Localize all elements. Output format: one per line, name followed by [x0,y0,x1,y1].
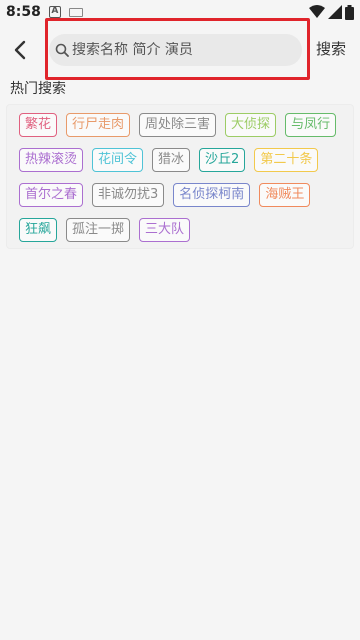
hot-search-tag[interactable]: 海贼王 [259,183,311,207]
search-box[interactable] [49,34,302,66]
hot-search-tag[interactable]: 繁花 [19,113,58,137]
hot-search-tag[interactable]: 花间令 [92,148,144,172]
hot-search-tag[interactable]: 非诚勿扰3 [92,183,165,207]
cellular-signal-icon [328,5,342,19]
hot-search-tag[interactable]: 猎冰 [152,148,191,172]
hot-search-tags: 繁花 行尸走肉 周处除三害 大侦探 与凤行热辣滚烫 花间令 猎冰 沙丘2 第二十条首尔之春 非诚勿… [6,104,354,249]
hot-search-tag[interactable]: 大侦探 [225,113,277,137]
hot-search-tag[interactable]: 孤注一掷 [66,218,131,242]
hot-search-tag[interactable]: 沙丘2 [199,148,246,172]
status-time: 8:58 [6,4,41,20]
wifi-icon [309,5,325,18]
search-header: 搜索 [0,18,360,80]
hot-search-tag[interactable]: 名侦探柯南 [173,183,251,207]
hot-search-tag[interactable]: 热辣滚烫 [19,148,84,172]
search-button[interactable]: 搜索 [316,38,346,59]
back-arrow-icon [14,40,26,60]
back-button[interactable] [0,30,40,70]
hot-search-tag[interactable]: 周处除三害 [139,113,217,137]
hot-search-tag[interactable]: 首尔之春 [19,183,84,207]
search-input[interactable] [72,42,292,58]
battery-icon [345,4,354,20]
keyboard-icon [68,7,83,17]
hot-search-tag[interactable]: 与凤行 [285,113,337,137]
hot-search-title: 热门搜索 [10,81,66,97]
search-icon [55,43,69,57]
hot-search-tag[interactable]: 第二十条 [254,148,319,172]
notification-a-icon: A [48,6,61,18]
hot-search-tag[interactable]: 行尸走肉 [66,113,131,137]
hot-search-tag[interactable]: 狂飙 [19,218,58,242]
hot-search-tag[interactable]: 三大队 [139,218,191,242]
